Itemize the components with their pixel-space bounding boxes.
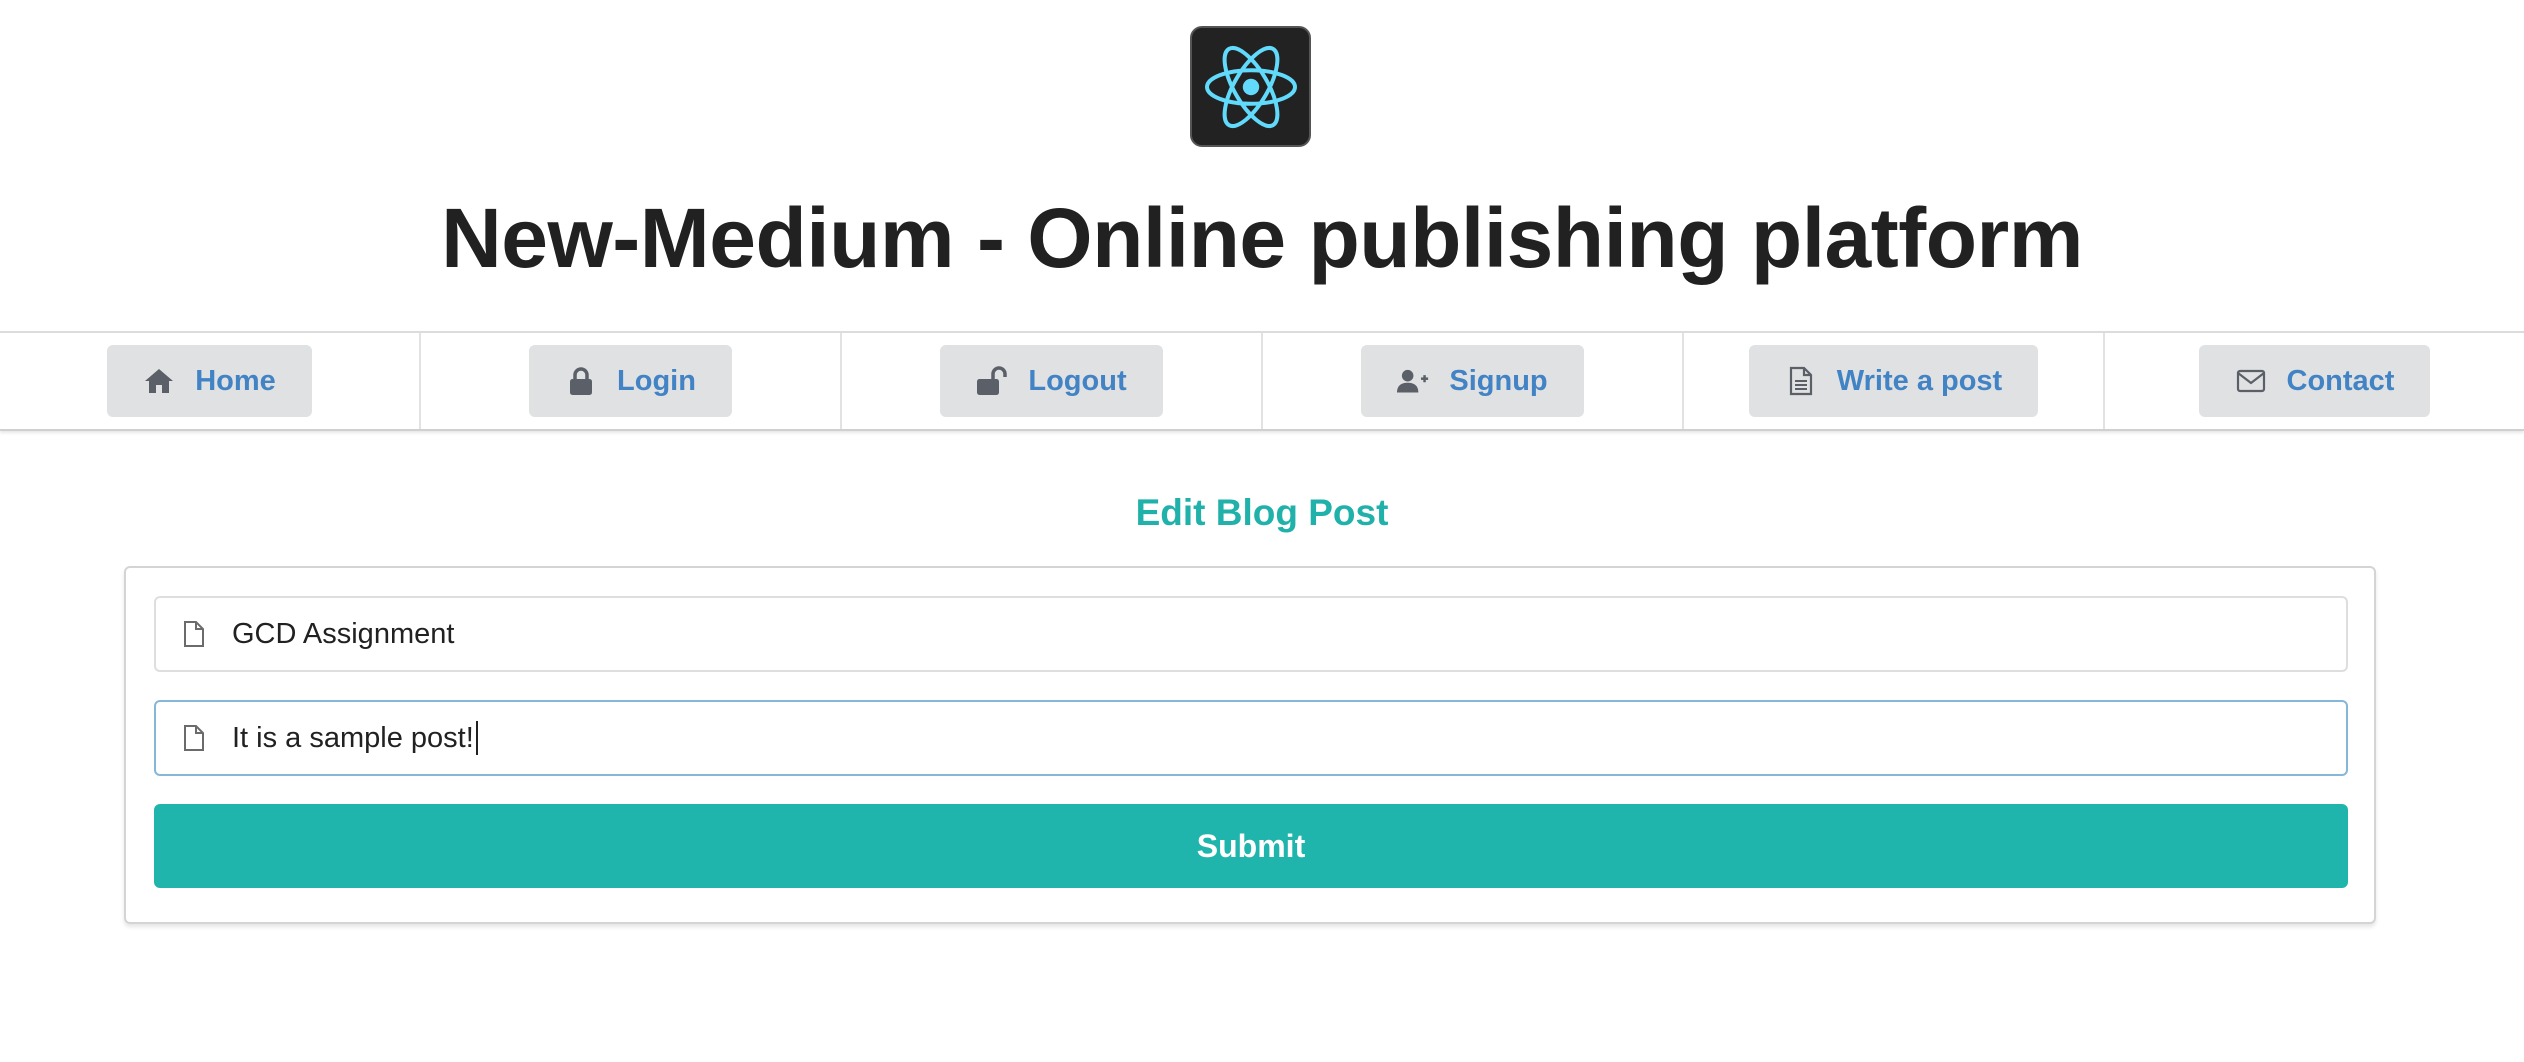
envelope-icon [2235,365,2267,397]
nav-logout-button[interactable]: Logout [940,345,1163,417]
nav-write-post-label: Write a post [1836,364,2003,397]
post-title-input[interactable]: GCD Assignment [154,596,2348,672]
file-icon [156,702,232,774]
nav-write-post-button[interactable]: Write a post [1748,345,2039,417]
unlock-icon [976,365,1008,397]
react-logo [1190,26,1311,147]
post-content-value: It is a sample post! [232,721,474,754]
nav-home-button[interactable]: Home [107,345,312,417]
nav-home-label: Home [195,364,276,397]
main-navbar: Home Login Logout Signup Write a post Co… [0,331,2524,431]
nav-contact-button[interactable]: Contact [2198,345,2431,417]
file-icon [156,598,232,670]
text-caret [475,721,478,755]
add-user-icon [1397,365,1429,397]
post-content-input[interactable]: It is a sample post! [154,700,2348,776]
home-icon [143,365,175,397]
nav-signup-button[interactable]: Signup [1361,345,1584,417]
edit-post-heading: Edit Blog Post [1135,492,1389,533]
nav-signup-label: Signup [1449,364,1548,397]
edit-post-form: GCD Assignment It is a sample post! Subm… [124,566,2376,924]
submit-button[interactable]: Submit [154,804,2348,888]
nav-logout-label: Logout [1028,364,1127,397]
lock-icon [565,365,597,397]
nav-login-button[interactable]: Login [529,345,732,417]
page-title: New-Medium - Online publishing platform [441,191,2083,285]
file-text-icon [1785,365,1817,397]
nav-contact-label: Contact [2286,364,2395,397]
post-title-value: GCD Assignment [232,617,455,650]
nav-login-label: Login [617,364,696,397]
react-atom-icon [1204,45,1297,128]
